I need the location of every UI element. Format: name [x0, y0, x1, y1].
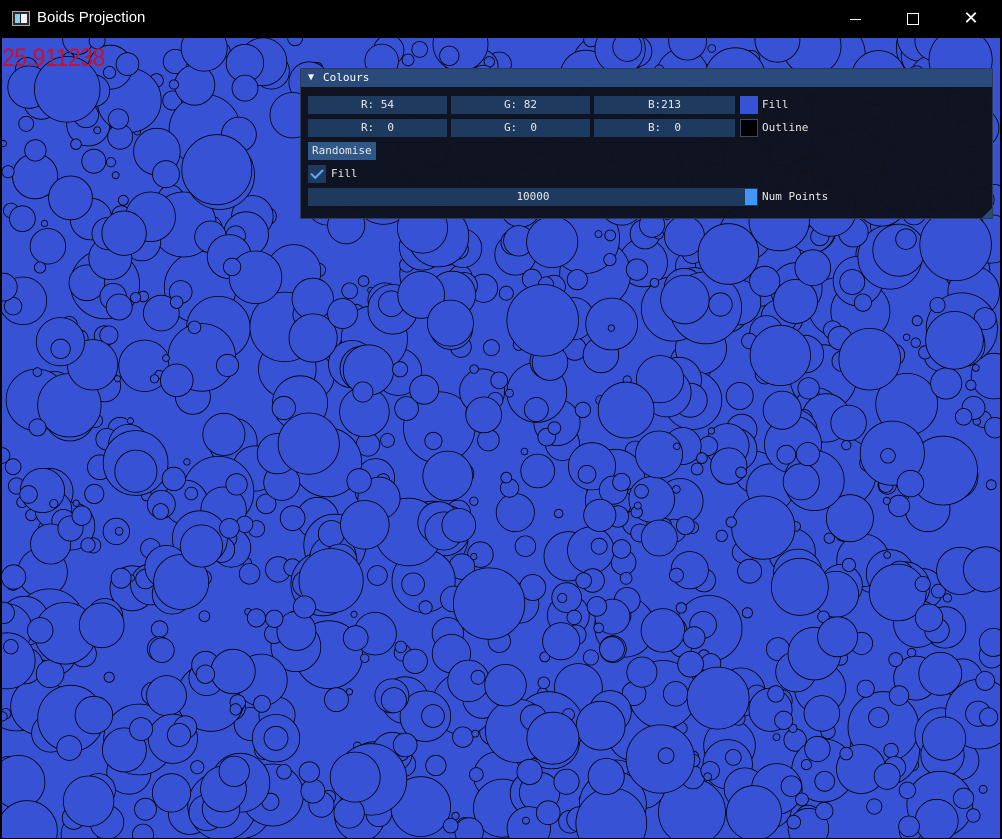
panel-title: Colours	[323, 71, 370, 84]
outline-g-field[interactable]: G: 0	[451, 119, 590, 137]
fill-color-swatch[interactable]	[740, 96, 758, 114]
fill-g-field[interactable]: G: 82	[451, 96, 590, 114]
panel-resize-grip[interactable]	[982, 208, 992, 218]
num-points-label: Num Points	[762, 190, 829, 203]
collapse-triangle-icon[interactable]: ▼	[308, 72, 314, 83]
checkmark-icon	[310, 165, 324, 180]
fill-checkbox[interactable]	[308, 165, 326, 183]
window-title: Boids Projection	[37, 9, 146, 26]
num-points-slider[interactable]: 10000	[308, 188, 758, 206]
num-points-value: 10000	[516, 190, 550, 203]
outline-b-field[interactable]: B: 0	[594, 119, 735, 137]
fill-b-field[interactable]: B:213	[594, 96, 735, 114]
outline-label: Outline	[762, 121, 809, 134]
randomise-button[interactable]: Randomise	[308, 142, 376, 160]
slider-grab-handle[interactable]	[745, 189, 757, 205]
outline-color-swatch[interactable]	[740, 119, 758, 137]
fill-label: Fill	[762, 98, 789, 111]
colours-panel[interactable]: ▼ Colours R: 54 G: 82 B:213 Fill R: 0 G:…	[300, 68, 993, 219]
panel-header[interactable]: ▼ Colours	[301, 69, 992, 87]
fill-checkbox-label: Fill	[331, 167, 358, 180]
close-button[interactable]: ✕	[948, 0, 994, 38]
fps-counter: 25.911238	[2, 44, 105, 72]
window-titlebar[interactable]: Boids Projection ✕	[0, 0, 1002, 38]
app-icon	[12, 11, 30, 26]
fill-r-field[interactable]: R: 54	[308, 96, 447, 114]
maximize-button[interactable]	[889, 0, 935, 38]
outline-r-field[interactable]: R: 0	[308, 119, 447, 137]
minimize-button[interactable]	[832, 0, 878, 38]
